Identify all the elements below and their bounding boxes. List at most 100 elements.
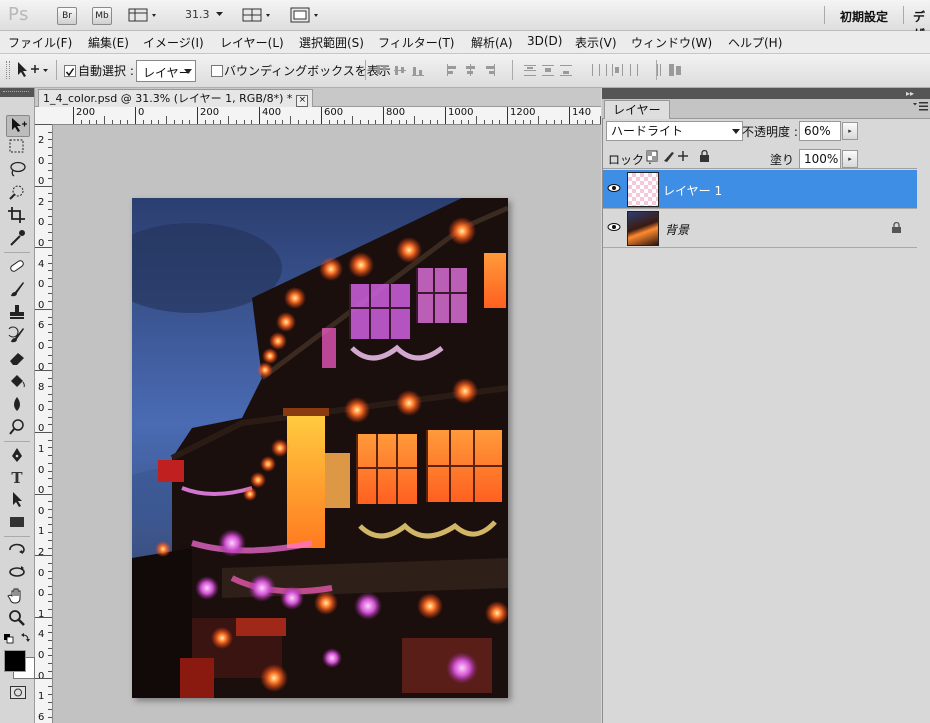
launch-minibridge-button[interactable]: Mb — [92, 7, 112, 25]
menu-layer[interactable]: レイヤー(L) — [220, 34, 284, 51]
vertical-ruler[interactable]: 20020040060080010001200140016 — [35, 124, 53, 723]
blend-mode-select[interactable]: ハードライト — [606, 121, 743, 141]
ruler-label: 4 — [38, 629, 45, 641]
panel-menu-icon[interactable] — [913, 101, 929, 116]
menu-file[interactable]: ファイル(F) — [8, 34, 72, 51]
menu-window[interactable]: ウィンドウ(W) — [631, 34, 712, 51]
history-brush-tool-icon[interactable] — [6, 326, 28, 346]
screen-mode-dropdown[interactable] — [290, 6, 322, 27]
path-selection-tool-icon[interactable] — [6, 490, 28, 510]
lasso-tool-icon[interactable] — [6, 160, 28, 180]
show-bounding-box-checkbox[interactable] — [211, 65, 223, 77]
lock-options[interactable] — [646, 150, 716, 164]
layer-visibility-eye-icon[interactable] — [606, 209, 622, 247]
menu-view[interactable]: 表示(V) — [575, 34, 617, 51]
menu-3d[interactable]: 3D(D) — [527, 34, 562, 48]
dodge-tool-icon[interactable] — [6, 418, 28, 438]
ruler-minor-tick — [48, 324, 52, 326]
menu-help[interactable]: ヘルプ(H) — [728, 34, 782, 51]
layer-row[interactable]: 背景 — [603, 209, 917, 248]
fill-slider-button[interactable]: ▸ — [842, 150, 858, 168]
blur-tool-icon[interactable] — [6, 395, 28, 415]
paint-bucket-tool-icon[interactable] — [6, 372, 28, 392]
ruler-minor-tick — [48, 532, 52, 534]
ruler-minor-tick — [181, 120, 183, 124]
options-grip[interactable] — [6, 61, 10, 79]
opacity-label: 不透明度 : — [742, 125, 798, 139]
ruler-minor-tick — [111, 120, 113, 124]
ruler-minor-tick — [48, 147, 52, 149]
layer-thumbnail — [627, 211, 659, 246]
ruler-minor-tick — [48, 524, 52, 526]
launch-bridge-button[interactable]: Br — [57, 7, 77, 25]
opacity-slider-button[interactable]: ▸ — [842, 122, 858, 140]
document-image[interactable] — [132, 198, 508, 698]
opacity-input[interactable]: 60% — [799, 121, 841, 141]
ruler-minor-tick — [522, 120, 524, 124]
panel-dock-header[interactable] — [602, 88, 930, 99]
ruler-minor-tick — [204, 120, 206, 124]
align-distribute-icons[interactable] — [372, 62, 662, 80]
ruler-label: 0 — [38, 402, 45, 414]
ruler-label: 0 — [38, 155, 45, 167]
menu-edit[interactable]: 編集(E) — [88, 34, 129, 51]
ruler-minor-tick — [398, 120, 400, 124]
tools-separator — [4, 441, 30, 442]
arrange-documents-dropdown[interactable] — [242, 6, 274, 27]
layer-row[interactable]: レイヤー 1 — [603, 170, 917, 209]
options-separator — [365, 60, 366, 80]
ruler-tick — [383, 107, 384, 124]
ruler-label: 0 — [38, 567, 45, 579]
ruler-minor-tick — [48, 639, 52, 641]
auto-select-checkbox[interactable] — [64, 65, 76, 77]
rectangular-marquee-tool-icon[interactable] — [6, 137, 28, 157]
document-tab[interactable]: 1_4_color.psd @ 31.3% (レイヤー 1, RGB/8*) *… — [38, 89, 314, 107]
view-extras-dropdown[interactable] — [128, 6, 160, 27]
3d-rotate-tool-icon[interactable] — [6, 540, 28, 560]
menu-select[interactable]: 選択範囲(S) — [299, 34, 364, 51]
menu-filter[interactable]: フィルター(T) — [378, 34, 454, 51]
zoom-dropdown-caret[interactable] — [216, 7, 224, 24]
auto-select-target-select[interactable]: レイヤー — [136, 60, 196, 82]
quick-mask-mode-icon[interactable] — [10, 686, 26, 700]
panel-divider — [603, 168, 917, 169]
ruler-minor-tick — [48, 208, 52, 210]
type-tool-icon[interactable]: T — [6, 468, 28, 488]
tool-preset-picker[interactable] — [15, 60, 53, 83]
zoom-level-field[interactable]: 31.3 — [185, 8, 210, 21]
ruler-minor-tick — [220, 120, 222, 124]
ruler-minor-tick — [48, 539, 52, 541]
menu-analysis[interactable]: 解析(A) — [471, 34, 513, 51]
rectangle-tool-icon[interactable] — [6, 513, 28, 533]
ruler-origin[interactable] — [35, 107, 54, 125]
eraser-tool-icon[interactable] — [6, 349, 28, 369]
foreground-color-swatch[interactable] — [4, 650, 26, 672]
fill-input[interactable]: 100% — [799, 149, 841, 169]
brush-tool-icon[interactable] — [6, 280, 28, 300]
zoom-tool-icon[interactable] — [6, 609, 28, 629]
horizontal-ruler[interactable]: 200 0 200 400 600 800 1000 1200 140 — [53, 107, 601, 125]
crop-tool-icon[interactable] — [6, 206, 28, 226]
auto-align-layers-icon[interactable] — [667, 62, 685, 80]
tab-layers[interactable]: レイヤー — [604, 100, 670, 119]
ruler-minor-tick — [48, 609, 52, 611]
workspace-essentials-button[interactable]: 初期設定 — [840, 8, 888, 25]
menu-image[interactable]: イメージ(I) — [143, 34, 204, 51]
quick-selection-tool-icon[interactable] — [6, 183, 28, 203]
close-icon[interactable]: × — [296, 95, 309, 107]
blend-mode-value: ハードライト — [611, 124, 684, 138]
hand-tool-icon[interactable] — [6, 586, 28, 606]
3d-orbit-tool-icon[interactable] — [6, 563, 28, 583]
spot-healing-brush-tool-icon[interactable] — [6, 257, 28, 277]
layer-name[interactable]: 背景 — [665, 221, 689, 238]
ruler-minor-tick — [48, 393, 52, 395]
ruler-minor-tick — [35, 432, 52, 433]
layer-visibility-eye-icon[interactable] — [606, 170, 622, 208]
default-colors-icon[interactable] — [4, 632, 32, 646]
collapse-panel-icon[interactable]: ▸▸ — [906, 89, 914, 98]
pen-tool-icon[interactable] — [6, 446, 28, 466]
layer-name[interactable]: レイヤー 1 — [663, 182, 722, 199]
move-tool-icon[interactable] — [6, 115, 30, 137]
clone-stamp-tool-icon[interactable] — [6, 303, 28, 323]
eyedropper-tool-icon[interactable] — [6, 229, 28, 249]
